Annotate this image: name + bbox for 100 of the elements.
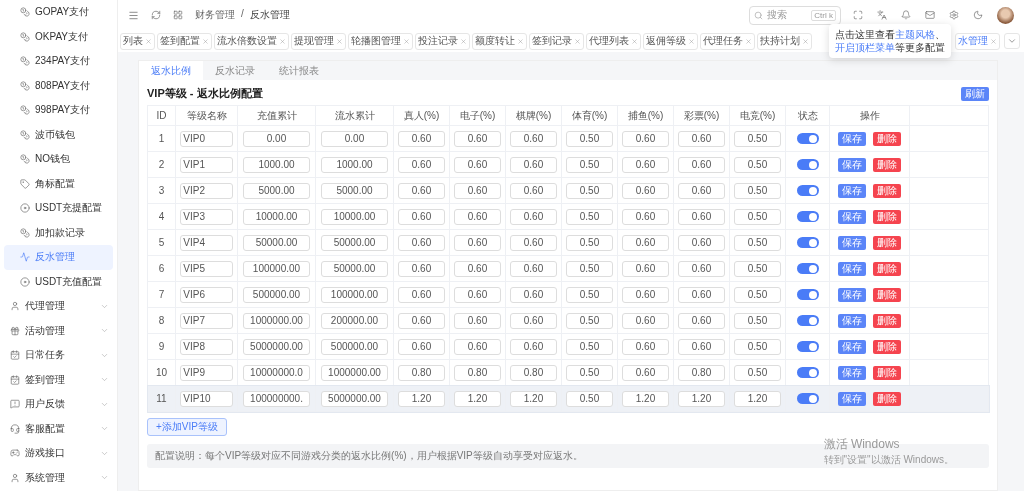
input-field[interactable]: 1000.00: [242, 156, 311, 173]
input-field[interactable]: 0.60: [678, 182, 725, 199]
input-field[interactable]: 0.60: [678, 338, 725, 355]
input-field[interactable]: 0.50: [566, 338, 613, 355]
input-field[interactable]: 0.60: [398, 286, 445, 303]
sidebar-item[interactable]: NO钱包: [4, 147, 113, 172]
delete-button[interactable]: 删除: [873, 365, 901, 380]
input-field[interactable]: 0.60: [678, 260, 725, 277]
input-field[interactable]: 200000.00: [320, 312, 389, 329]
input-field[interactable]: 0.60: [454, 286, 501, 303]
toggle-switch[interactable]: [796, 315, 819, 327]
sidebar-item[interactable]: 活动管理: [4, 318, 113, 343]
tab[interactable]: 返水比例: [139, 61, 203, 80]
sidebar-item[interactable]: 加扣款记录: [4, 220, 113, 245]
input-field[interactable]: 5000000.00: [320, 390, 389, 407]
input-field[interactable]: 0.50: [734, 156, 781, 173]
input-field[interactable]: 0.50: [566, 182, 613, 199]
input-field[interactable]: 50000.00: [320, 260, 389, 277]
input-field[interactable]: 10000.00: [242, 208, 311, 225]
sidebar-item[interactable]: OKPAY支付: [4, 24, 113, 49]
input-field[interactable]: 0.60: [398, 338, 445, 355]
input-field[interactable]: 0.50: [566, 312, 613, 329]
input-field[interactable]: 0.00: [242, 130, 311, 147]
toggle-switch[interactable]: [796, 185, 819, 197]
input-field[interactable]: 0.50: [566, 286, 613, 303]
input-field[interactable]: 5000.00: [242, 182, 311, 199]
toggle-switch[interactable]: [796, 237, 819, 249]
input-field[interactable]: VIP0: [180, 130, 233, 147]
input-field[interactable]: VIP7: [180, 312, 233, 329]
input-field[interactable]: 1.20: [678, 390, 725, 407]
delete-button[interactable]: 删除: [873, 131, 901, 146]
input-field[interactable]: 0.60: [454, 260, 501, 277]
input-field[interactable]: 0.60: [454, 338, 501, 355]
page-tab[interactable]: 轮播图管理: [348, 32, 413, 50]
toggle-switch[interactable]: [796, 289, 819, 301]
sidebar-item[interactable]: 签到管理: [4, 367, 113, 392]
input-field[interactable]: 0.50: [734, 260, 781, 277]
sidebar-item[interactable]: USDT充提配置: [4, 196, 113, 221]
input-field[interactable]: 0.60: [678, 208, 725, 225]
input-field[interactable]: 0.50: [566, 156, 613, 173]
input-field[interactable]: VIP3: [180, 208, 233, 225]
page-tab[interactable]: 流水倍数设置: [214, 32, 289, 50]
sidebar-item[interactable]: GOPAY支付: [4, 0, 113, 25]
page-tab[interactable]: 代理列表: [586, 32, 641, 50]
input-field[interactable]: 100000.00: [320, 286, 389, 303]
input-field[interactable]: 1.20: [510, 390, 557, 407]
input-field[interactable]: 1.20: [454, 390, 501, 407]
toggle-switch[interactable]: [796, 393, 819, 405]
input-field[interactable]: 500000.00: [320, 338, 389, 355]
tab[interactable]: 反水记录: [203, 61, 267, 80]
input-field[interactable]: 0.60: [454, 208, 501, 225]
breadcrumb-item[interactable]: 反水管理: [249, 8, 290, 22]
input-field[interactable]: 100000.00: [242, 260, 311, 277]
input-field[interactable]: 0.60: [454, 182, 501, 199]
sidebar-item[interactable]: 998PAY支付: [4, 98, 113, 123]
input-field[interactable]: VIP8: [180, 338, 233, 355]
input-field[interactable]: 0.50: [734, 338, 781, 355]
input-field[interactable]: 0.50: [566, 234, 613, 251]
tab[interactable]: 统计报表: [267, 61, 331, 80]
input-field[interactable]: 0.50: [734, 286, 781, 303]
page-tab[interactable]: 提现管理: [291, 32, 346, 50]
input-field[interactable]: 100000000.: [242, 390, 311, 407]
input-field[interactable]: VIP4: [180, 234, 233, 251]
sidebar-item[interactable]: 用户反馈: [4, 392, 113, 417]
sidebar-item[interactable]: 代理管理: [4, 294, 113, 319]
delete-button[interactable]: 删除: [873, 183, 901, 198]
sidebar-item[interactable]: 系统管理: [4, 465, 113, 490]
input-field[interactable]: 0.60: [398, 156, 445, 173]
input-field[interactable]: 0.60: [622, 364, 669, 381]
delete-button[interactable]: 删除: [873, 287, 901, 302]
toggle-switch[interactable]: [796, 341, 819, 353]
input-field[interactable]: 0.60: [454, 156, 501, 173]
input-field[interactable]: 0.60: [510, 286, 557, 303]
input-field[interactable]: 0.60: [622, 182, 669, 199]
input-field[interactable]: 1.20: [622, 390, 669, 407]
sidebar-item[interactable]: 日常任务: [4, 343, 113, 368]
input-field[interactable]: 0.60: [454, 312, 501, 329]
input-field[interactable]: 0.50: [566, 208, 613, 225]
input-field[interactable]: 0.50: [734, 130, 781, 147]
input-field[interactable]: 0.80: [454, 364, 501, 381]
input-field[interactable]: 50000.00: [320, 234, 389, 251]
sidebar-item[interactable]: 客服配置: [4, 416, 113, 441]
input-field[interactable]: 0.60: [622, 312, 669, 329]
page-tab[interactable]: 水管理: [955, 32, 1000, 50]
input-field[interactable]: 0.60: [622, 338, 669, 355]
sidebar-item[interactable]: 波币钱包: [4, 122, 113, 147]
input-field[interactable]: 0.80: [398, 364, 445, 381]
page-tab[interactable]: 返佣等级: [643, 32, 698, 50]
input-field[interactable]: 0.80: [510, 364, 557, 381]
input-field[interactable]: VIP9: [180, 364, 233, 381]
input-field[interactable]: 0.60: [510, 182, 557, 199]
input-field[interactable]: 10000000.0: [242, 364, 311, 381]
input-field[interactable]: VIP2: [180, 182, 233, 199]
sidebar-item[interactable]: 角标配置: [4, 171, 113, 196]
sidebar-item[interactable]: 游戏接口: [4, 441, 113, 466]
input-field[interactable]: 0.60: [454, 234, 501, 251]
input-field[interactable]: 5000.00: [320, 182, 389, 199]
page-tab[interactable]: 投注记录: [415, 32, 470, 50]
page-tab[interactable]: 签到配置: [157, 32, 212, 50]
input-field[interactable]: 10000.00: [320, 208, 389, 225]
